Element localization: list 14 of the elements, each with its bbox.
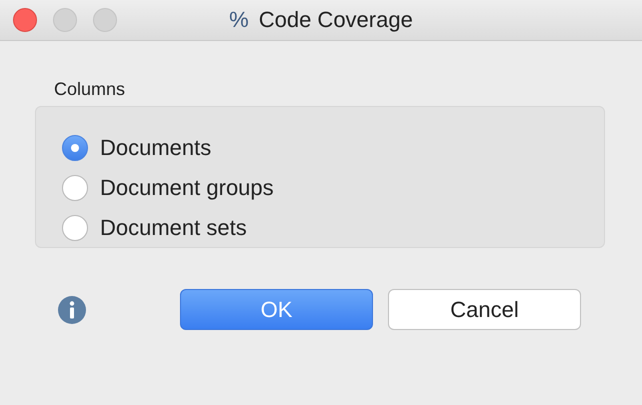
- radio-option[interactable]: Document sets: [62, 215, 578, 241]
- minimize-button[interactable]: [53, 8, 77, 32]
- radio-option[interactable]: Documents: [62, 135, 578, 161]
- info-icon[interactable]: [57, 294, 87, 324]
- group-label: Columns: [54, 79, 126, 100]
- radio-button[interactable]: [62, 215, 88, 241]
- cancel-button[interactable]: Cancel: [388, 289, 581, 330]
- zoom-button[interactable]: [93, 8, 117, 32]
- title-icon: %: [229, 7, 249, 33]
- radio-button[interactable]: [62, 135, 88, 161]
- radio-button[interactable]: [62, 175, 88, 201]
- close-button[interactable]: [13, 8, 37, 32]
- radio-option[interactable]: Document groups: [62, 175, 578, 201]
- window-title: Code Coverage: [258, 7, 413, 33]
